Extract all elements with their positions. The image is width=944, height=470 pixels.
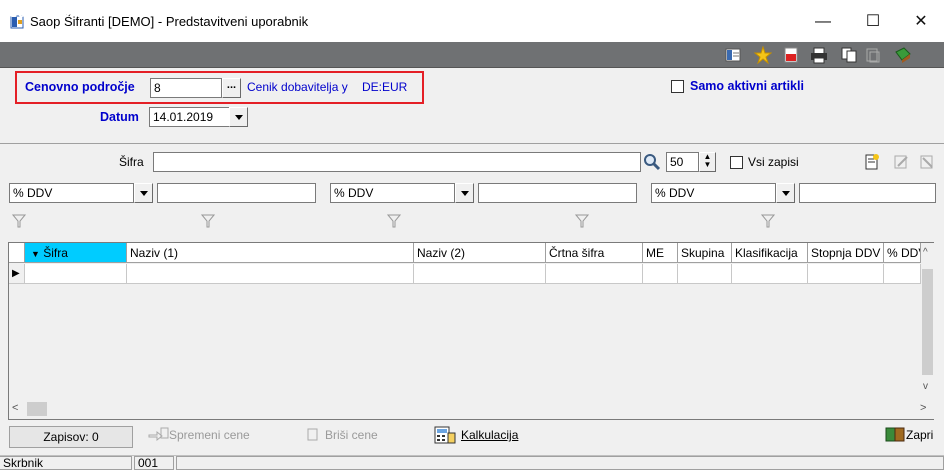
- column-header-crtna-sifra[interactable]: Črtna šifra: [546, 243, 643, 263]
- close-form-button[interactable]: Zapri: [906, 428, 933, 442]
- active-only-label: Samo aktivni artikli: [690, 79, 804, 93]
- search-icon[interactable]: [643, 153, 661, 171]
- date-label: Datum: [100, 110, 139, 124]
- edit-icon[interactable]: [892, 153, 910, 171]
- column-header-sifra[interactable]: ▼ Šifra: [25, 243, 127, 263]
- delete-prices-button[interactable]: Briši cene: [325, 428, 378, 442]
- cell[interactable]: [884, 264, 921, 284]
- filter-icon[interactable]: [387, 214, 401, 228]
- region-currency: DE:EUR: [362, 80, 408, 94]
- region-browse-button[interactable]: ...: [222, 78, 241, 98]
- active-only-checkbox[interactable]: [671, 80, 684, 93]
- row-indicator-header: [9, 243, 25, 263]
- filter-2-value[interactable]: [478, 183, 637, 203]
- delete-prices-icon: [307, 428, 318, 441]
- cell[interactable]: [25, 264, 127, 284]
- scroll-left-icon[interactable]: <: [12, 402, 18, 414]
- date-field[interactable]: 14.01.2019: [149, 107, 230, 127]
- filter-2-dropdown[interactable]: [455, 183, 474, 203]
- delete-icon[interactable]: [918, 153, 936, 171]
- copy-icon[interactable]: [840, 46, 858, 64]
- filter-1-dropdown[interactable]: [134, 183, 153, 203]
- minimize-button[interactable]: —: [800, 8, 846, 36]
- sort-desc-icon: ▼: [31, 249, 40, 259]
- filter-1-value[interactable]: [157, 183, 316, 203]
- filter-icon[interactable]: [201, 214, 215, 228]
- cell[interactable]: [678, 264, 732, 284]
- calculation-button[interactable]: Kalkulacija: [461, 428, 518, 442]
- status-message: [176, 456, 944, 470]
- filter-icon[interactable]: [575, 214, 589, 228]
- status-code: 001: [134, 456, 174, 470]
- date-dropdown-button[interactable]: [229, 107, 248, 127]
- cell[interactable]: [127, 264, 414, 284]
- close-book-icon: [885, 427, 905, 442]
- column-header-stopnja-ddv[interactable]: Stopnja DDV: [808, 243, 884, 263]
- filter-3-dropdown[interactable]: [776, 183, 795, 203]
- search-label: Šifra: [119, 155, 144, 169]
- filter-icon[interactable]: [12, 214, 26, 228]
- column-header-naziv1[interactable]: Naziv (1): [127, 243, 414, 263]
- new-document-icon[interactable]: [863, 153, 881, 171]
- scroll-thumb[interactable]: [922, 269, 933, 375]
- filter-2-select[interactable]: % DDV: [330, 183, 455, 203]
- record-count-stepper[interactable]: ▲ ▼: [699, 152, 716, 172]
- search-input[interactable]: [153, 152, 641, 172]
- scroll-up-icon[interactable]: ^: [923, 247, 928, 258]
- cell[interactable]: [414, 264, 546, 284]
- change-prices-icon: [148, 427, 169, 442]
- scroll-right-icon[interactable]: >: [920, 402, 926, 414]
- column-header-me[interactable]: ME: [643, 243, 678, 263]
- column-header-skupina[interactable]: Skupina: [678, 243, 732, 263]
- region-field[interactable]: 8: [150, 78, 222, 98]
- region-description[interactable]: Cenik dobavitelja y: [247, 80, 348, 94]
- horizontal-scrollbar[interactable]: < >: [9, 399, 934, 419]
- form-header: [0, 42, 944, 68]
- calculation-icon: [434, 426, 456, 444]
- current-row-indicator: ▶: [9, 264, 25, 284]
- filter-icon[interactable]: [761, 214, 775, 228]
- cell[interactable]: [546, 264, 643, 284]
- pdf-icon[interactable]: [782, 46, 800, 64]
- column-header-klasifikacija[interactable]: Klasifikacija: [732, 243, 808, 263]
- records-count: Zapisov: 0: [9, 426, 133, 448]
- column-header-naziv2[interactable]: Naziv (2): [414, 243, 546, 263]
- region-label: Cenovno področje: [25, 80, 135, 94]
- record-count-input[interactable]: 50: [666, 152, 699, 172]
- cell[interactable]: [808, 264, 884, 284]
- scroll-down-icon[interactable]: v: [923, 381, 928, 392]
- cell[interactable]: [643, 264, 678, 284]
- all-records-label: Vsi zapisi: [748, 155, 799, 169]
- star-icon[interactable]: [754, 46, 772, 64]
- all-records-checkbox[interactable]: [730, 156, 743, 169]
- maximize-button[interactable]: ☐: [850, 8, 896, 36]
- cell[interactable]: [732, 264, 808, 284]
- exit-icon[interactable]: [894, 46, 912, 64]
- change-prices-button[interactable]: Spremeni cene: [169, 428, 250, 442]
- filter-3-select[interactable]: % DDV: [651, 183, 776, 203]
- status-user: Skrbnik: [0, 456, 132, 470]
- print-icon[interactable]: [810, 46, 828, 64]
- form-title: Cenik artiklov: [8, 5, 97, 20]
- vertical-scrollbar[interactable]: ^ v: [921, 243, 934, 399]
- column-header-pct-ddv[interactable]: % DDV: [884, 243, 921, 263]
- close-button[interactable]: ✕: [898, 8, 944, 36]
- filter-3-value[interactable]: [799, 183, 936, 203]
- section-divider: [0, 143, 944, 144]
- h-scroll-thumb[interactable]: [27, 402, 47, 416]
- grid-icon[interactable]: [724, 46, 742, 64]
- paste-icon[interactable]: [864, 46, 882, 64]
- filter-1-select[interactable]: % DDV: [9, 183, 134, 203]
